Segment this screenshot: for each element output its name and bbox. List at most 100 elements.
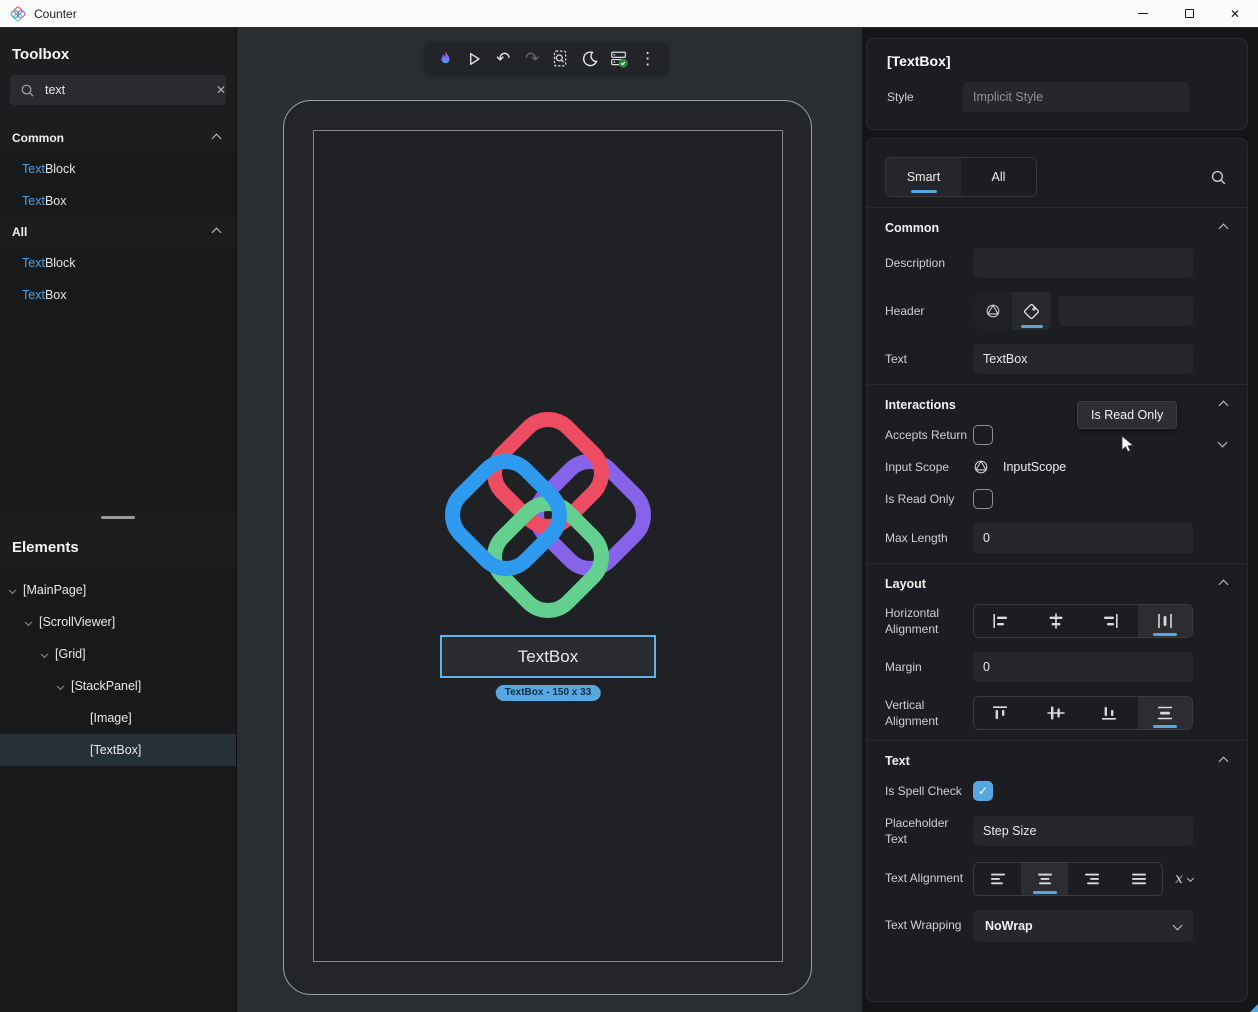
row-header: Header: [867, 288, 1247, 340]
tree-item-grid[interactable]: [Grid]: [0, 638, 236, 670]
style-label: Style: [887, 90, 963, 104]
chevron-up-icon: [212, 227, 222, 237]
margin-input[interactable]: [973, 652, 1193, 682]
close-button[interactable]: ✕: [1212, 0, 1258, 27]
play-button[interactable]: [461, 46, 487, 72]
design-canvas[interactable]: ↶ ↷ ⋮: [237, 28, 862, 1012]
horizontal-alignment-group: [973, 604, 1193, 638]
text-align-right-icon[interactable]: [1068, 863, 1115, 895]
properties-panel: [TextBox] Style Smart All Common: [862, 28, 1258, 1012]
connection-status-icon[interactable]: [606, 46, 632, 72]
properties-search-icon[interactable]: [1210, 169, 1227, 186]
style-input[interactable]: [963, 82, 1189, 112]
align-top-icon[interactable]: [974, 697, 1029, 729]
chevron-down-icon[interactable]: [57, 682, 64, 689]
tag-icon[interactable]: [1012, 292, 1051, 330]
is-read-only-checkbox[interactable]: [973, 489, 993, 509]
binding-gem-icon[interactable]: [973, 459, 989, 475]
maximize-button[interactable]: [1166, 0, 1212, 27]
section-layout[interactable]: Layout: [867, 564, 1247, 600]
zoom-selection-icon[interactable]: [548, 46, 574, 72]
chevron-up-icon[interactable]: [1219, 579, 1229, 589]
tab-smart[interactable]: Smart: [886, 158, 961, 196]
header-input[interactable]: [1059, 296, 1193, 326]
row-accepts-return: Accepts Return: [867, 421, 1247, 455]
tree-item-textbox-selected[interactable]: [TextBox]: [0, 734, 236, 766]
placeholder-text-input[interactable]: [973, 816, 1193, 846]
selected-textbox-element[interactable]: TextBox: [440, 635, 656, 678]
text-align-left-icon[interactable]: [974, 863, 1021, 895]
clear-search-icon[interactable]: ✕: [216, 83, 226, 97]
row-is-read-only: Is Read Only: [867, 485, 1247, 519]
row-margin: Margin: [867, 648, 1247, 692]
toolbox-search-input[interactable]: [45, 83, 206, 97]
text-align-justify-icon[interactable]: [1115, 863, 1162, 895]
max-length-input[interactable]: [973, 523, 1193, 553]
tab-all[interactable]: All: [961, 158, 1036, 196]
is-spell-check-checkbox[interactable]: ✓: [973, 781, 993, 801]
more-options-kebab-icon[interactable]: ⋮: [635, 46, 661, 72]
section-common[interactable]: Common: [867, 208, 1247, 244]
section-text[interactable]: Text: [867, 741, 1247, 777]
section-interactions[interactable]: Interactions: [867, 385, 1247, 421]
toolbox-item-textblock[interactable]: TextBlock: [0, 153, 236, 185]
chevron-up-icon[interactable]: [1219, 400, 1229, 410]
window-title: Counter: [34, 7, 77, 21]
chevron-down-icon: [1173, 921, 1183, 931]
mouse-cursor: [1119, 435, 1137, 458]
app-logo-image[interactable]: [438, 405, 658, 625]
toolbox-item-textbox[interactable]: TextBox: [0, 279, 236, 311]
search-icon: [20, 83, 35, 98]
hot-reload-flame-icon[interactable]: [432, 46, 458, 72]
toolbox-section-common[interactable]: Common: [0, 123, 236, 153]
title-bar: Counter ✕: [0, 0, 1258, 28]
tree-item-image[interactable]: [Image]: [0, 702, 236, 734]
align-left-icon[interactable]: [974, 605, 1029, 637]
properties-tabs: Smart All: [885, 157, 1037, 197]
undo-button[interactable]: ↶: [490, 46, 516, 72]
toolbox-title: Toolbox: [0, 28, 236, 75]
header-mode-toggle: [973, 292, 1051, 330]
theme-toggle-moon-icon[interactable]: [577, 46, 603, 72]
row-max-length: Max Length: [867, 519, 1247, 563]
chevron-up-icon[interactable]: [1219, 756, 1229, 766]
row-text-alignment: Text Alignment: [867, 858, 1247, 906]
toolbox-item-textblock[interactable]: TextBlock: [0, 247, 236, 279]
chevron-up-icon[interactable]: [1219, 223, 1229, 233]
text-align-center-icon[interactable]: [1021, 863, 1068, 895]
align-center-vertical-icon[interactable]: [1029, 697, 1084, 729]
advanced-value-dropdown[interactable]: x: [1175, 871, 1193, 887]
chevron-down-icon[interactable]: [25, 618, 32, 625]
stretch-horizontal-icon[interactable]: [1138, 605, 1193, 637]
minimize-icon: [1138, 13, 1148, 14]
toolbox-item-textbox[interactable]: TextBox: [0, 185, 236, 217]
left-sidebar: Toolbox ✕ Common TextBlock TextBox All: [0, 28, 237, 1012]
tree-item-stackpanel[interactable]: [StackPanel]: [0, 670, 236, 702]
row-description: Description: [867, 244, 1247, 288]
row-placeholder-text: Placeholder Text: [867, 811, 1247, 857]
align-right-icon[interactable]: [1083, 605, 1138, 637]
text-wrapping-select[interactable]: NoWrap: [973, 910, 1193, 942]
input-scope-value[interactable]: InputScope: [1003, 460, 1066, 474]
align-bottom-icon[interactable]: [1083, 697, 1138, 729]
binding-gem-icon[interactable]: [973, 292, 1012, 330]
text-input[interactable]: [973, 344, 1193, 374]
elements-title: Elements: [0, 523, 236, 568]
panel-splitter[interactable]: [0, 511, 236, 523]
tree-item-mainpage[interactable]: [MainPage]: [0, 574, 236, 606]
minimize-button[interactable]: [1120, 0, 1166, 27]
row-is-spell-check: Is Spell Check ✓: [867, 777, 1247, 811]
description-input[interactable]: [973, 248, 1193, 278]
toolbox-search[interactable]: ✕: [10, 75, 226, 105]
tree-item-scrollviewer[interactable]: [ScrollViewer]: [0, 606, 236, 638]
resize-grip[interactable]: [1250, 1004, 1258, 1012]
chevron-down-icon[interactable]: [9, 586, 16, 593]
chevron-down-icon: [1187, 875, 1194, 882]
accepts-return-checkbox[interactable]: [973, 425, 993, 445]
stretch-vertical-icon[interactable]: [1138, 697, 1193, 729]
redo-button[interactable]: ↷: [519, 46, 545, 72]
align-center-horizontal-icon[interactable]: [1029, 605, 1084, 637]
chevron-down-icon[interactable]: [41, 650, 48, 657]
selection-header-card: [TextBox] Style: [866, 38, 1248, 130]
toolbox-section-all[interactable]: All: [0, 217, 236, 247]
